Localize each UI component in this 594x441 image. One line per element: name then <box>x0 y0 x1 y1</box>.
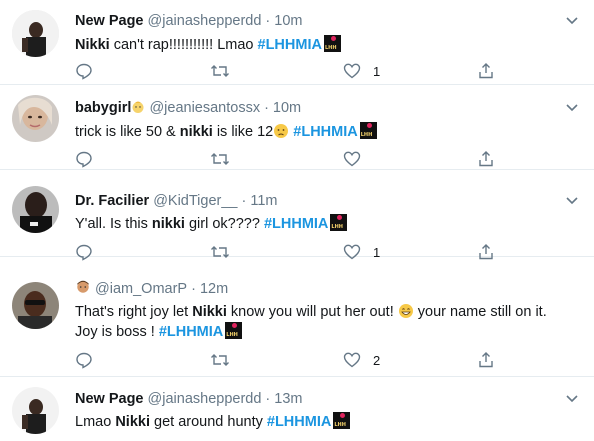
display-name[interactable]: Dr. Facilier <box>75 193 149 209</box>
timestamp[interactable]: 12m <box>200 281 228 297</box>
like-button[interactable]: 2 <box>343 350 380 370</box>
reply-button[interactable] <box>75 350 93 370</box>
tweet-header: babygirl @jeaniesantossx · 10m <box>75 99 301 117</box>
share-icon <box>479 63 493 79</box>
highlighted-term: Nikki <box>192 304 227 320</box>
reply-icon <box>76 63 92 80</box>
timestamp[interactable]: 10m <box>273 100 301 116</box>
share-button[interactable] <box>477 350 495 370</box>
tweet-header: New Page @jainashepperdd · 13m <box>75 390 302 408</box>
reply-button[interactable] <box>75 61 93 81</box>
lhh-hashflag-icon: LHH <box>323 35 341 52</box>
handle[interactable]: @jeaniesantossx <box>149 100 260 116</box>
separator-dot: · <box>264 100 269 116</box>
tweet[interactable]: babygirl @jeaniesantossx · 10m trick is li… <box>0 85 594 170</box>
tweet[interactable]: @iam_OmarP · 12m That's right joy let Nikk… <box>0 257 594 377</box>
display-name[interactable]: New Page <box>75 13 144 29</box>
caret-down-icon[interactable] <box>564 192 580 208</box>
separator-dot: · <box>265 13 271 29</box>
retweet-button[interactable] <box>210 149 230 169</box>
retweet-button[interactable] <box>210 61 230 81</box>
tweet-header: New Page @jainashepperdd · 10m <box>75 12 302 30</box>
handle[interactable]: @jainashepperdd <box>148 13 262 29</box>
retweet-icon <box>211 153 229 165</box>
highlighted-term: Nikki <box>75 37 110 53</box>
tweet-text: Y'all. Is this nikki girl ok???? #LHHMIA… <box>75 214 575 234</box>
like-button[interactable]: 1 <box>343 61 380 81</box>
reply-icon <box>76 352 92 369</box>
separator-dot: · <box>241 193 247 209</box>
tweet[interactable]: Dr. Facilier @KidTiger__ · 11m Y'all. Is t… <box>0 170 594 261</box>
share-button[interactable] <box>477 149 495 169</box>
handle[interactable]: @jainashepperdd <box>148 391 262 407</box>
retweet-icon <box>211 65 229 77</box>
avatar[interactable] <box>12 186 59 233</box>
worried-face-emoji-icon <box>274 124 289 138</box>
tweet-actions <box>75 149 515 169</box>
tweet-header: Dr. Facilier @KidTiger__ · 11m <box>75 192 277 210</box>
lhh-hashflag-icon: LHH <box>225 322 243 339</box>
man-emoji-icon <box>77 280 89 293</box>
separator-dot: · <box>265 391 271 407</box>
hashtag-link[interactable]: #LHHMIA <box>258 37 322 53</box>
grinning-face-emoji-icon <box>398 304 413 318</box>
highlighted-term: nikki <box>179 124 213 140</box>
share-button[interactable] <box>477 61 495 81</box>
avatar[interactable] <box>12 10 59 57</box>
tweet-text: Lmao Nikki get around hunty #LHHMIA LHH <box>75 412 575 432</box>
like-count: 1 <box>373 63 381 79</box>
highlighted-term: Nikki <box>115 414 150 430</box>
tweet-feed: New Page @jainashepperdd · 10m Nikki can't… <box>0 0 594 441</box>
reply-button[interactable] <box>75 149 93 169</box>
timestamp[interactable]: 11m <box>250 193 277 209</box>
share-icon <box>479 151 493 167</box>
tweet-text: trick is like 50 & nikki is like 12 #LHH… <box>75 122 575 142</box>
tweet-text: Nikki can't rap!!!!!!!!!!! Lmao #LHHMIA L… <box>75 35 575 55</box>
avatar[interactable] <box>12 95 59 142</box>
display-name[interactable]: New Page <box>75 391 144 407</box>
like-icon <box>343 352 361 368</box>
caret-down-icon[interactable] <box>564 99 580 115</box>
caret-down-icon[interactable] <box>564 12 580 28</box>
lhh-hashflag-icon: LHH <box>333 412 351 429</box>
tweet-actions: 1 <box>75 61 515 81</box>
handle[interactable]: @KidTiger__ <box>153 193 237 209</box>
timestamp[interactable]: 13m <box>274 391 302 407</box>
like-icon <box>343 63 361 79</box>
reply-icon <box>76 151 92 168</box>
lhh-hashflag-icon: LHH <box>359 122 377 139</box>
caret-down-icon[interactable] <box>564 390 580 406</box>
avatar[interactable] <box>12 387 59 434</box>
timestamp[interactable]: 10m <box>274 13 302 29</box>
display-name[interactable]: babygirl <box>75 100 131 116</box>
lhh-hashflag-icon: LHH <box>330 214 348 231</box>
retweet-icon <box>211 354 229 366</box>
tweet-text: That's right joy let Nikki know you will… <box>75 304 547 340</box>
highlighted-term: nikki <box>151 216 185 232</box>
hashtag-link[interactable]: #LHHMIA <box>293 124 357 140</box>
separator-dot: · <box>191 281 196 297</box>
avatar[interactable] <box>12 282 59 329</box>
hashtag-link[interactable]: #LHHMIA <box>267 414 331 430</box>
baby-emoji-icon <box>132 101 144 113</box>
hashtag-link[interactable]: #LHHMIA <box>264 216 328 232</box>
retweet-button[interactable] <box>210 350 230 370</box>
like-button[interactable] <box>343 149 361 169</box>
share-icon <box>479 352 493 368</box>
hashtag-link[interactable]: #LHHMIA <box>159 324 223 340</box>
like-icon <box>343 151 361 167</box>
tweet-actions: 2 <box>75 350 515 370</box>
tweet[interactable]: New Page @jainashepperdd · 10m Nikki can't… <box>0 0 594 85</box>
handle[interactable]: @iam_OmarP <box>95 281 187 297</box>
tweet[interactable]: New Page @jainashepperdd · 13m Lmao Nikki … <box>0 377 594 441</box>
tweet-header: @iam_OmarP · 12m <box>75 279 228 298</box>
like-count: 2 <box>373 352 381 368</box>
